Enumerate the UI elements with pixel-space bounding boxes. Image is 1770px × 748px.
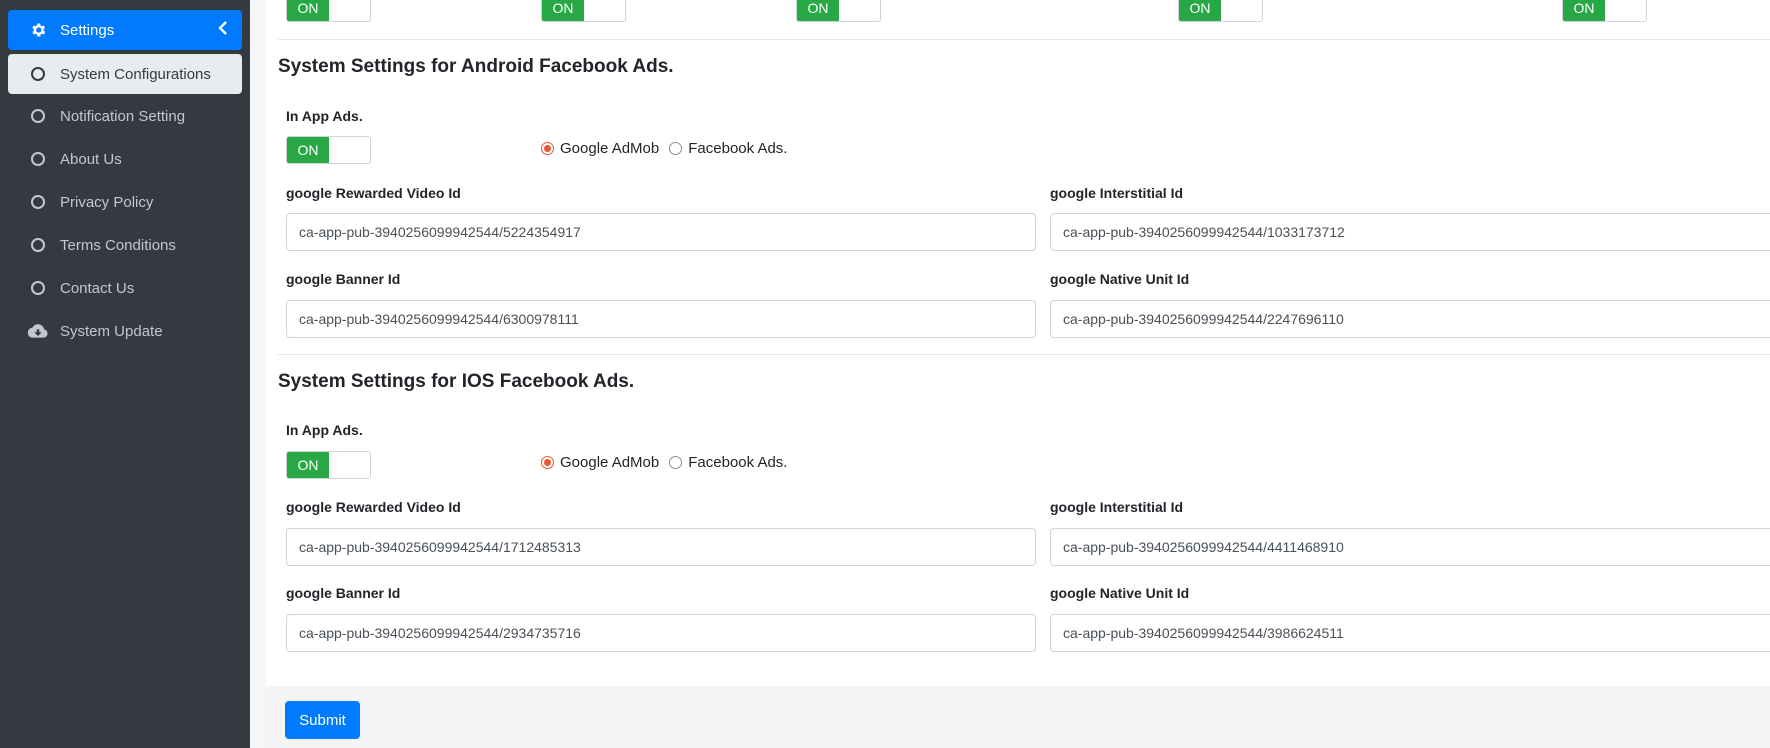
- ios-section-title: System Settings for IOS Facebook Ads.: [278, 371, 635, 392]
- toggle-on-label: ON: [1563, 0, 1605, 21]
- ios-interstitial-id-input[interactable]: [1050, 528, 1770, 566]
- radio-label: Google AdMob: [560, 140, 660, 157]
- main-content: ON ON ON ON ON System Settings for Andro…: [266, 0, 1770, 748]
- android-radio-google-admob[interactable]: [541, 142, 554, 155]
- sidebar-item-settings[interactable]: Settings: [8, 10, 242, 50]
- sidebar-item-terms-conditions[interactable]: Terms Conditions: [8, 225, 242, 265]
- circle-icon: [28, 64, 48, 84]
- sidebar-item-about-us[interactable]: About Us: [8, 139, 242, 179]
- toggle-on-label: ON: [287, 0, 329, 21]
- sidebar-item-contact-us[interactable]: Contact Us: [8, 268, 242, 308]
- section-divider: [278, 39, 1770, 40]
- sidebar-parent-label: Settings: [60, 21, 115, 39]
- sidebar: Settings System Configurations Notificat…: [0, 0, 250, 748]
- android-interstitial-id-input[interactable]: [1050, 213, 1770, 251]
- ios-in-app-ads-label: In App Ads.: [286, 422, 363, 438]
- toggle-on-label: ON: [542, 0, 584, 21]
- ios-radio-google-admob[interactable]: [541, 456, 554, 469]
- circle-icon: [28, 192, 48, 212]
- android-banner-label: google Banner Id: [286, 271, 401, 287]
- circle-icon: [28, 149, 48, 169]
- sidebar-item-label: Notification Setting: [60, 107, 186, 125]
- sidebar-item-system-configurations[interactable]: System Configurations: [8, 54, 242, 94]
- android-section-title: System Settings for Android Facebook Ads…: [278, 56, 674, 77]
- android-in-app-ads-label: In App Ads.: [286, 108, 363, 124]
- toggle-on-label: ON: [287, 137, 329, 163]
- sidebar-item-privacy-policy[interactable]: Privacy Policy: [8, 182, 242, 222]
- android-native-label: google Native Unit Id: [1050, 271, 1190, 287]
- sidebar-item-label: About Us: [60, 150, 122, 168]
- ios-radio-facebook-ads[interactable]: [669, 456, 683, 469]
- circle-icon: [28, 235, 48, 255]
- toggle-on-label: ON: [797, 0, 839, 21]
- toggle-on-label: ON: [287, 452, 329, 478]
- cloud-download-icon: [28, 321, 48, 341]
- ios-rewarded-label: google Rewarded Video Id: [286, 499, 461, 515]
- ios-native-label: google Native Unit Id: [1050, 585, 1190, 601]
- sidebar-item-label: System Update: [60, 322, 163, 340]
- ios-in-app-ads-toggle[interactable]: ON: [286, 451, 371, 479]
- ios-banner-label: google Banner Id: [286, 585, 401, 601]
- submit-button[interactable]: Submit: [285, 701, 360, 739]
- sidebar-item-label: Contact Us: [60, 279, 135, 297]
- ios-ad-network-radio-group: Google AdMob Facebook Ads.: [541, 454, 797, 471]
- ios-interstitial-label: google Interstitial Id: [1050, 499, 1184, 515]
- sidebar-item-label: Privacy Policy: [60, 193, 154, 211]
- card-footer: [266, 686, 1770, 748]
- sidebar-item-label: System Configurations: [60, 65, 211, 83]
- toggle-switch[interactable]: ON: [1562, 0, 1647, 22]
- toggle-switch[interactable]: ON: [541, 0, 626, 22]
- radio-label: Facebook Ads.: [688, 140, 788, 157]
- gear-icon: [28, 20, 48, 40]
- toggle-switch[interactable]: ON: [796, 0, 881, 22]
- sidebar-item-system-update[interactable]: System Update: [8, 311, 242, 351]
- android-in-app-ads-toggle[interactable]: ON: [286, 136, 371, 164]
- android-radio-facebook-ads[interactable]: [669, 142, 683, 155]
- circle-icon: [28, 278, 48, 298]
- radio-label: Facebook Ads.: [688, 454, 788, 471]
- android-native-unit-id-input[interactable]: [1050, 300, 1770, 338]
- android-interstitial-label: google Interstitial Id: [1050, 185, 1184, 201]
- ios-native-unit-id-input[interactable]: [1050, 614, 1770, 652]
- android-ad-network-radio-group: Google AdMob Facebook Ads.: [541, 140, 797, 157]
- android-rewarded-label: google Rewarded Video Id: [286, 185, 461, 201]
- section-divider: [278, 354, 1770, 355]
- radio-label: Google AdMob: [560, 454, 660, 471]
- toggle-switch[interactable]: ON: [1178, 0, 1263, 22]
- android-banner-id-input[interactable]: [286, 300, 1036, 338]
- android-rewarded-video-id-input[interactable]: [286, 213, 1036, 251]
- circle-icon: [28, 106, 48, 126]
- toggle-switch[interactable]: ON: [286, 0, 371, 22]
- chevron-left-icon: [218, 21, 228, 39]
- sidebar-item-notification-setting[interactable]: Notification Setting: [8, 96, 242, 136]
- toggle-on-label: ON: [1179, 0, 1221, 21]
- ios-rewarded-video-id-input[interactable]: [286, 528, 1036, 566]
- ios-banner-id-input[interactable]: [286, 614, 1036, 652]
- sidebar-item-label: Terms Conditions: [60, 236, 176, 254]
